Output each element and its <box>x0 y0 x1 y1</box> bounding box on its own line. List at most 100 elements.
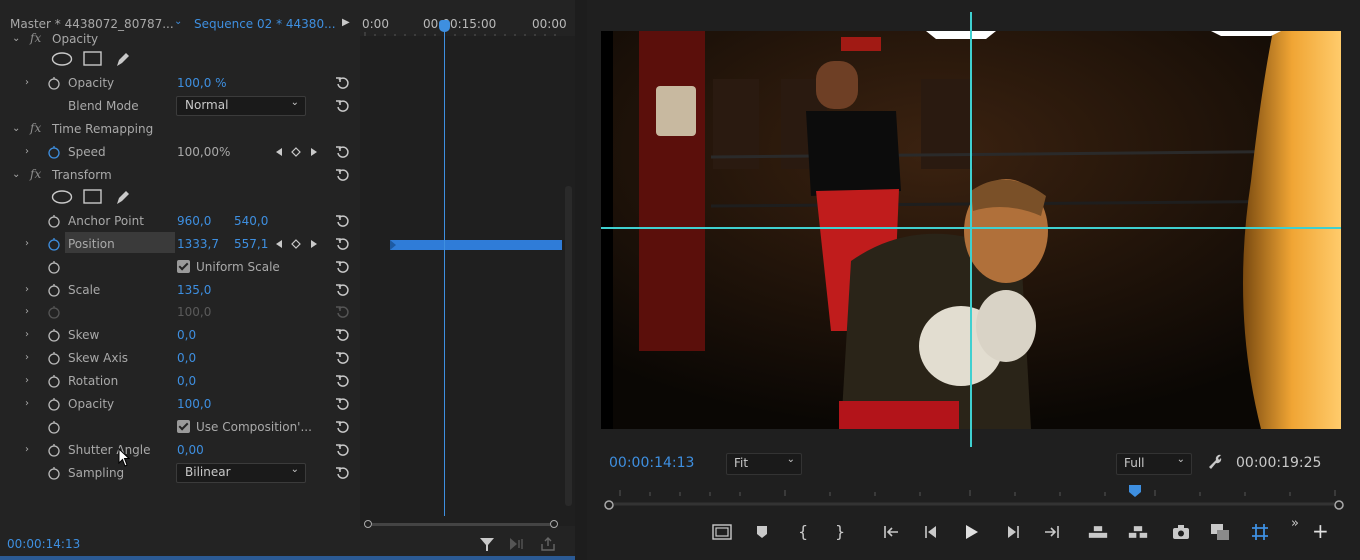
stopwatch-icon[interactable] <box>47 214 61 228</box>
uniform-scale-checkbox[interactable] <box>177 260 190 273</box>
reset-icon[interactable] <box>335 98 351 114</box>
position-y-value[interactable]: 557,1 <box>234 237 268 251</box>
expand-icon[interactable]: › <box>25 444 37 456</box>
reset-icon[interactable] <box>335 350 351 366</box>
expand-icon[interactable]: › <box>25 284 37 296</box>
anchor-x-value[interactable]: 960,0 <box>177 214 211 228</box>
reset-icon[interactable] <box>335 373 351 389</box>
reset-icon[interactable] <box>335 419 351 435</box>
reset-icon[interactable] <box>335 442 351 458</box>
effect-controls-timeline[interactable] <box>360 36 575 528</box>
skew-axis-value[interactable]: 0,0 <box>177 351 196 365</box>
expand-icon[interactable]: › <box>25 77 37 89</box>
reset-icon[interactable] <box>335 167 351 183</box>
stopwatch-icon[interactable] <box>47 351 61 365</box>
blend-mode-dropdown[interactable]: Normal ⌄ <box>176 96 306 116</box>
shutter-angle-value[interactable]: 0,00 <box>177 443 204 457</box>
more-controls-icon[interactable]: » <box>1291 516 1299 531</box>
program-scrubber[interactable] <box>600 482 1345 512</box>
stopwatch-icon[interactable] <box>47 397 61 411</box>
video-frame[interactable] <box>601 31 1341 429</box>
source-tab[interactable]: Master * 4438072_80787... <box>10 17 174 31</box>
reset-icon[interactable] <box>335 327 351 343</box>
zoom-handle-left[interactable] <box>364 520 372 528</box>
keyframe-navigator[interactable] <box>274 145 324 159</box>
guides-toggle-icon[interactable] <box>1250 522 1270 542</box>
scale-value[interactable]: 135,0 <box>177 283 211 297</box>
stopwatch-icon[interactable] <box>47 374 61 388</box>
opacity-value[interactable]: 100,0 % <box>177 76 227 90</box>
position-keyframe-bar[interactable] <box>390 240 562 250</box>
skew-value[interactable]: 0,0 <box>177 328 196 342</box>
stopwatch-icon[interactable] <box>47 145 61 159</box>
stopwatch-icon[interactable] <box>47 443 61 457</box>
button-editor-plus-icon[interactable]: + <box>1312 521 1329 541</box>
use-composition-checkbox[interactable] <box>177 420 190 433</box>
reset-icon[interactable] <box>335 396 351 412</box>
playhead-line[interactable] <box>444 24 445 516</box>
source-dropdown-icon[interactable]: ⌄ <box>174 16 182 27</box>
playhead-handle[interactable] <box>439 20 450 32</box>
collapse-icon[interactable]: ⌄ <box>12 169 24 181</box>
quality-dropdown[interactable]: Full ⌄ <box>1116 453 1192 475</box>
speed-value[interactable]: 100,00% <box>177 145 230 159</box>
expand-icon[interactable]: › <box>25 352 37 364</box>
reset-icon[interactable] <box>335 144 351 160</box>
keyframe-navigator[interactable] <box>274 237 324 251</box>
pen-mask-icon[interactable] <box>114 50 132 68</box>
reset-icon[interactable] <box>335 236 351 252</box>
ellipse-mask-icon[interactable] <box>51 52 73 66</box>
stopwatch-icon[interactable] <box>47 283 61 297</box>
play-icon[interactable] <box>961 522 981 542</box>
time-remapping-header[interactable]: ⌄ fx Time Remapping <box>0 121 360 144</box>
go-to-out-icon[interactable] <box>1041 522 1061 542</box>
zoom-handle-right[interactable] <box>550 520 558 528</box>
horizontal-guide-line[interactable] <box>601 227 1341 229</box>
mark-out-icon[interactable]: } <box>835 522 855 542</box>
play-clip-icon[interactable]: ▶ <box>342 17 350 28</box>
lift-icon[interactable] <box>1088 522 1108 542</box>
step-back-icon[interactable] <box>922 522 942 542</box>
transform-opacity-value[interactable]: 100,0 <box>177 397 211 411</box>
stopwatch-icon[interactable] <box>47 328 61 342</box>
collapse-icon[interactable]: ⌄ <box>12 33 24 45</box>
stopwatch-icon[interactable] <box>47 237 61 251</box>
effect-controls-timecode[interactable]: 00:00:14:13 <box>7 537 80 551</box>
filter-icon[interactable] <box>478 535 496 553</box>
safe-margins-icon[interactable] <box>712 522 732 542</box>
export-frame-icon[interactable] <box>1171 522 1191 542</box>
rectangle-mask-icon[interactable] <box>83 51 103 66</box>
expand-icon[interactable]: › <box>25 375 37 387</box>
stopwatch-icon[interactable] <box>47 260 61 274</box>
ellipse-mask-icon[interactable] <box>51 190 73 204</box>
mark-in-icon[interactable]: { <box>798 522 818 542</box>
fx-icon[interactable]: fx <box>30 31 41 45</box>
sampling-dropdown[interactable]: Bilinear ⌄ <box>176 463 306 483</box>
pen-mask-icon[interactable] <box>114 188 132 206</box>
stopwatch-icon[interactable] <box>47 420 61 434</box>
go-to-in-icon[interactable] <box>882 522 902 542</box>
stopwatch-icon[interactable] <box>47 466 61 480</box>
fit-dropdown[interactable]: Fit ⌄ <box>726 453 802 475</box>
rotation-value[interactable]: 0,0 <box>177 374 196 388</box>
reset-icon[interactable] <box>335 75 351 91</box>
expand-icon[interactable]: › <box>25 329 37 341</box>
program-timecode[interactable]: 00:00:14:13 <box>609 455 694 471</box>
reset-icon[interactable] <box>335 282 351 298</box>
expand-icon[interactable]: › <box>25 398 37 410</box>
add-marker-icon[interactable] <box>752 522 772 542</box>
expand-icon[interactable]: › <box>25 146 37 158</box>
play-audio-icon[interactable] <box>508 537 526 551</box>
anchor-y-value[interactable]: 540,0 <box>234 214 268 228</box>
transform-header[interactable]: ⌄ fx Transform <box>0 167 360 190</box>
fx-icon[interactable]: fx <box>30 167 41 181</box>
sequence-tab[interactable]: Sequence 02 * 44380... <box>194 17 336 31</box>
wrench-icon[interactable] <box>1206 452 1224 470</box>
expand-icon[interactable]: › <box>25 238 37 250</box>
program-playhead[interactable] <box>1129 485 1141 497</box>
comparison-view-icon[interactable] <box>1210 522 1230 542</box>
stopwatch-icon[interactable] <box>47 76 61 90</box>
extract-icon[interactable] <box>1128 522 1148 542</box>
reset-icon[interactable] <box>335 259 351 275</box>
export-icon[interactable] <box>540 536 556 552</box>
